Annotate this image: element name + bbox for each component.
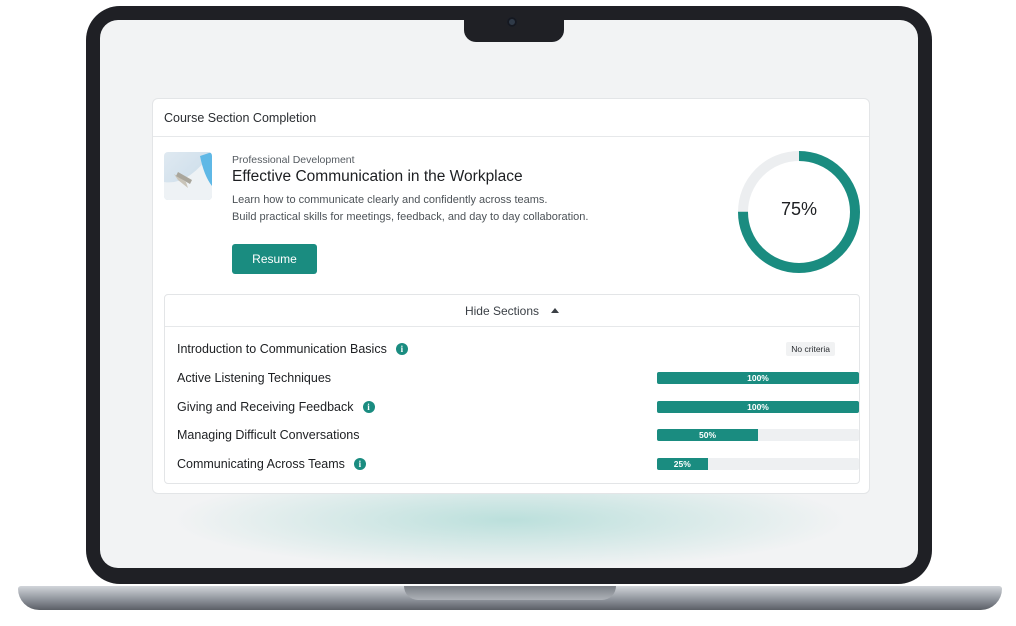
progress-label: 100% — [747, 373, 769, 383]
section-title: Giving and Receiving Feedback — [177, 400, 354, 414]
section-row: Giving and Receiving Feedback i 100% — [177, 398, 859, 416]
section-row: Managing Difficult Conversations 50% — [177, 426, 859, 444]
course-category: Professional Development — [232, 154, 355, 166]
section-row: Active Listening Techniques 100% — [177, 369, 859, 387]
card-title: Course Section Completion — [153, 99, 869, 137]
section-title: Communicating Across Teams — [177, 457, 345, 471]
section-progress-bar: 50% — [657, 429, 859, 441]
section-row: Communicating Across Teams i 25% — [177, 455, 859, 473]
camera-icon — [507, 17, 517, 27]
course-description-line: Build practical skills for meetings, fee… — [232, 211, 589, 223]
progress-label: 50% — [698, 430, 716, 440]
no-criteria-badge: No criteria — [786, 342, 835, 356]
course-description-line: Learn how to communicate clearly and con… — [232, 194, 548, 206]
section-title: Active Listening Techniques — [177, 371, 332, 385]
info-icon[interactable]: i — [353, 458, 366, 470]
course-completion-card: Course Section Completion Professional D… — [152, 98, 870, 494]
progress-label: 25% — [673, 459, 691, 469]
section-title: Managing Difficult Conversations — [177, 428, 360, 442]
section-row: Introduction to Communication Basics i N… — [177, 340, 847, 358]
caret-up-icon — [551, 308, 560, 313]
info-icon[interactable]: i — [362, 401, 375, 413]
progress-label: 100% — [747, 402, 769, 412]
section-progress-bar: 100% — [657, 401, 859, 413]
sections-panel: Hide Sections Introduction to Communicat… — [164, 294, 860, 484]
completion-percent: 75% — [780, 199, 818, 219]
course-description: Learn how to communicate clearly and con… — [232, 192, 588, 226]
section-progress-bar: 25% — [657, 458, 859, 470]
hide-sections-toggle[interactable]: Hide Sections — [165, 295, 859, 327]
resume-button[interactable]: Resume — [232, 244, 317, 274]
section-progress-bar: 100% — [657, 372, 859, 384]
info-icon[interactable]: i — [395, 343, 408, 355]
course-thumbnail-icon — [164, 152, 212, 200]
section-title: Introduction to Communication Basics — [177, 342, 387, 356]
hide-sections-label: Hide Sections — [464, 303, 540, 318]
course-title: Effective Communication in the Workplace — [232, 168, 523, 185]
laptop-hinge — [404, 586, 616, 600]
course-thumbnail — [164, 152, 212, 200]
